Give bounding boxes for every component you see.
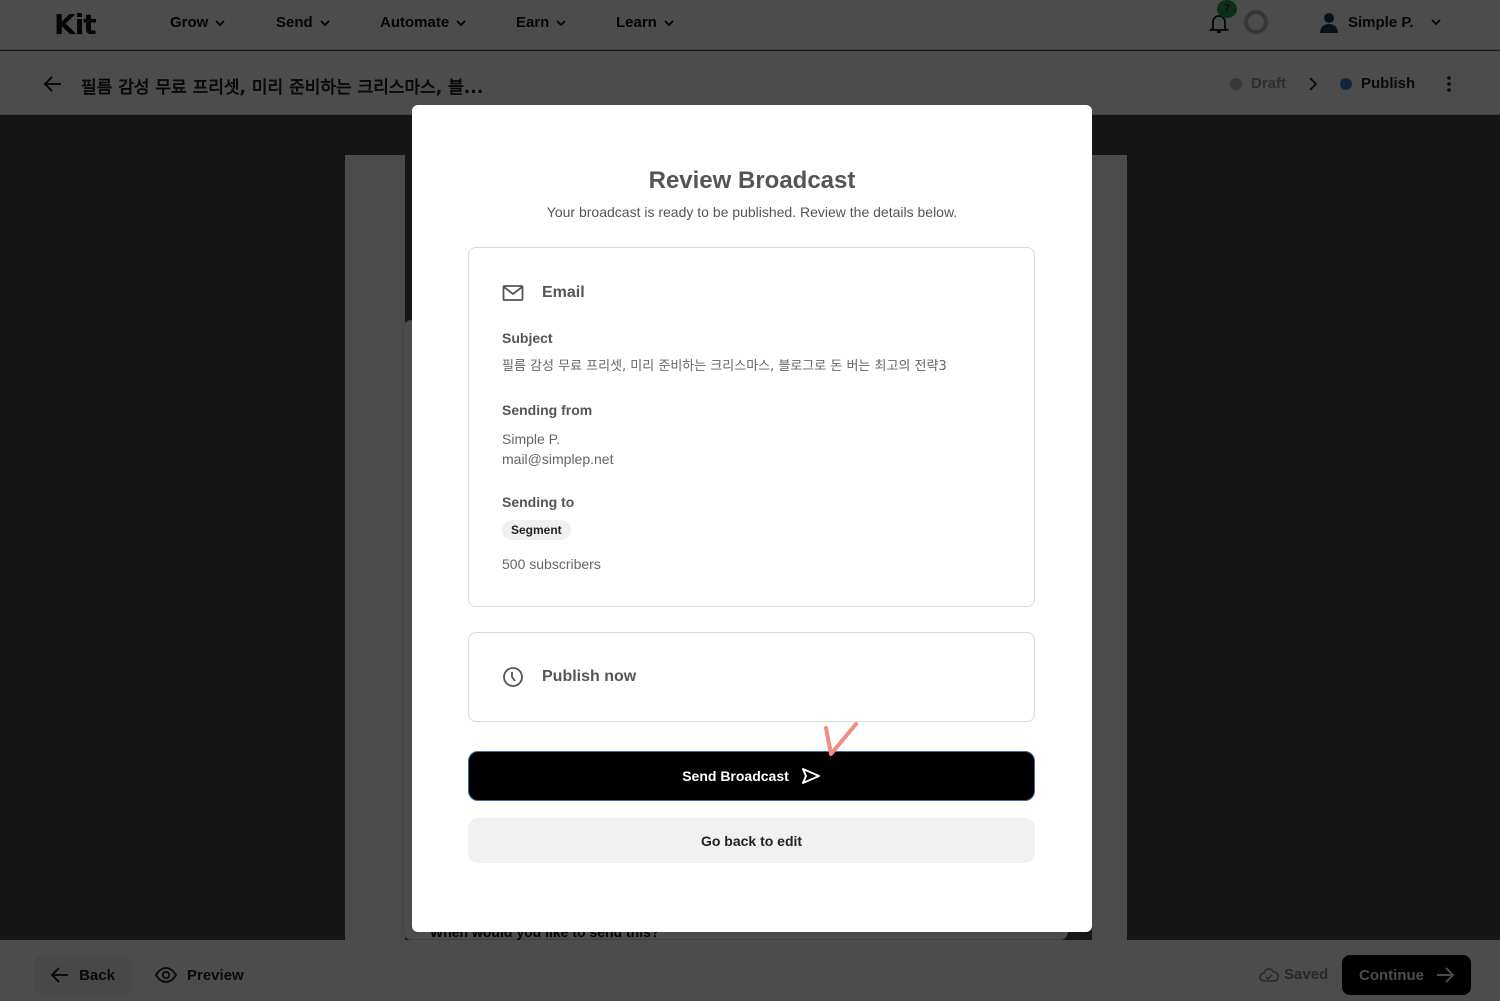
clock-icon xyxy=(503,667,523,687)
sender-name: Simple P. xyxy=(502,431,561,447)
subject-label: Subject xyxy=(502,330,553,346)
sending-from-label: Sending from xyxy=(502,402,593,418)
sending-to-label: Sending to xyxy=(502,494,575,510)
send-broadcast-button[interactable]: Send Broadcast xyxy=(468,751,1035,801)
envelope-icon xyxy=(502,285,524,301)
send-broadcast-label: Send Broadcast xyxy=(682,768,789,784)
subject-value: 필름 감성 무료 프리셋, 미리 준비하는 크리스마스, 블로그로 돈 버는 최… xyxy=(502,359,947,374)
segment-tag: Segment xyxy=(502,520,571,540)
go-back-to-edit-button[interactable]: Go back to edit xyxy=(468,818,1035,863)
review-broadcast-modal: Review Broadcast Your broadcast is ready… xyxy=(412,105,1092,932)
schedule-heading: Publish now xyxy=(542,668,637,685)
schedule-card-header: Publish now xyxy=(502,666,636,688)
schedule-card: Publish now xyxy=(468,632,1035,722)
subscriber-count: 500 subscribers xyxy=(502,556,601,572)
send-icon xyxy=(801,768,820,784)
email-card-header: Email xyxy=(502,282,585,304)
modal-subtitle: Your broadcast is ready to be published.… xyxy=(546,204,958,220)
modal-title: Review Broadcast xyxy=(648,167,856,194)
checkmark-annotation-icon xyxy=(824,722,858,756)
sender-email: mail@simplep.net xyxy=(502,451,614,467)
email-card-heading: Email xyxy=(542,284,585,301)
go-back-to-edit-label: Go back to edit xyxy=(700,832,803,849)
email-details-card: Email Subject 필름 감성 무료 프리셋, 미리 준비하는 크리스마… xyxy=(468,247,1035,607)
